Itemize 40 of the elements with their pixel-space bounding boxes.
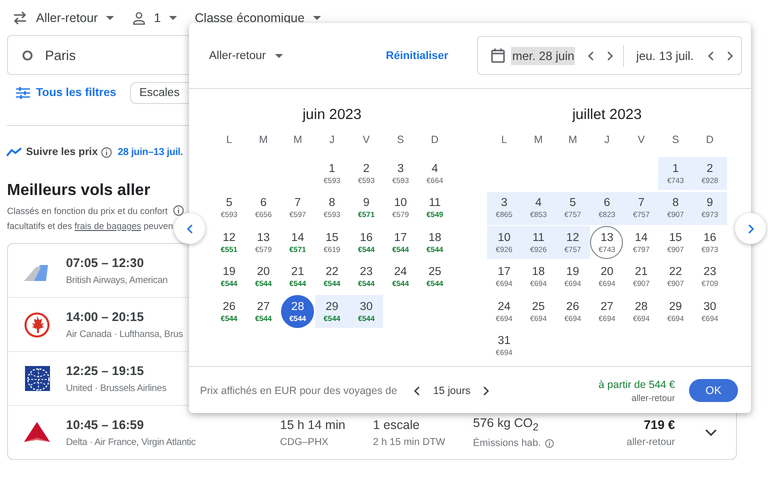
flight-times: 10:45 – 16:59 — [66, 418, 144, 432]
trip-duration: 15 jours — [433, 384, 470, 396]
weekday-label: M — [258, 134, 269, 147]
flight-duration: 15 h 14 min — [280, 418, 346, 432]
weekday-label: D — [705, 134, 715, 147]
weekday-label: L — [225, 134, 234, 147]
route-codes: CDG–PHX — [280, 436, 328, 448]
weekday-label: J — [603, 134, 611, 147]
airline-names: Air Canada · Lufthansa, Brus — [66, 328, 183, 340]
weekday-label: M — [533, 134, 544, 147]
weekday-label: J — [328, 134, 336, 147]
layover-info: 2 h 15 min DTW — [373, 436, 446, 448]
weekday-label: M — [567, 134, 578, 147]
weekday-label: S — [671, 134, 680, 147]
weekday-label: V — [636, 134, 646, 147]
emissions-value: 576 kg CO$_{2}$ — [473, 416, 539, 434]
emissions-note: Émissions hab. — [473, 438, 541, 450]
weekday-label: M — [292, 134, 304, 147]
airline-names: Delta · Air France, Virgin Atlantic — [66, 436, 196, 448]
flight-times: 07:05 – 12:30 — [66, 256, 144, 270]
flight-times: 12:25 – 19:15 — [66, 364, 144, 378]
origin-value: Paris — [45, 48, 76, 62]
track-prices-label: Suivre les prix — [26, 146, 98, 158]
stops-count: 1 escale — [373, 418, 420, 432]
price-type: aller-retour — [631, 392, 675, 402]
weekday-label: V — [362, 134, 371, 147]
lowest-price: à partir de 544 € — [598, 378, 675, 390]
price-note: Prix affichés en EUR pour des voyages de — [200, 384, 398, 396]
section-title: Meilleurs vols aller — [7, 181, 152, 201]
month-title: juillet 2023 — [571, 106, 643, 124]
month-title: juin 2023 — [301, 106, 362, 124]
flight-price: 719 € — [644, 418, 675, 432]
price-type: aller-retour — [626, 436, 675, 448]
description-text: Classés en fonction du prix et du confort — [7, 206, 168, 216]
airline-names: United · Brussels Airlines — [66, 382, 166, 394]
flight-times: 14:00 – 20:15 — [66, 310, 144, 324]
weekday-label: L — [500, 134, 508, 147]
weekday-label: D — [430, 134, 440, 147]
airline-names: British Airways, American — [66, 274, 168, 286]
weekday-label: S — [396, 134, 406, 147]
